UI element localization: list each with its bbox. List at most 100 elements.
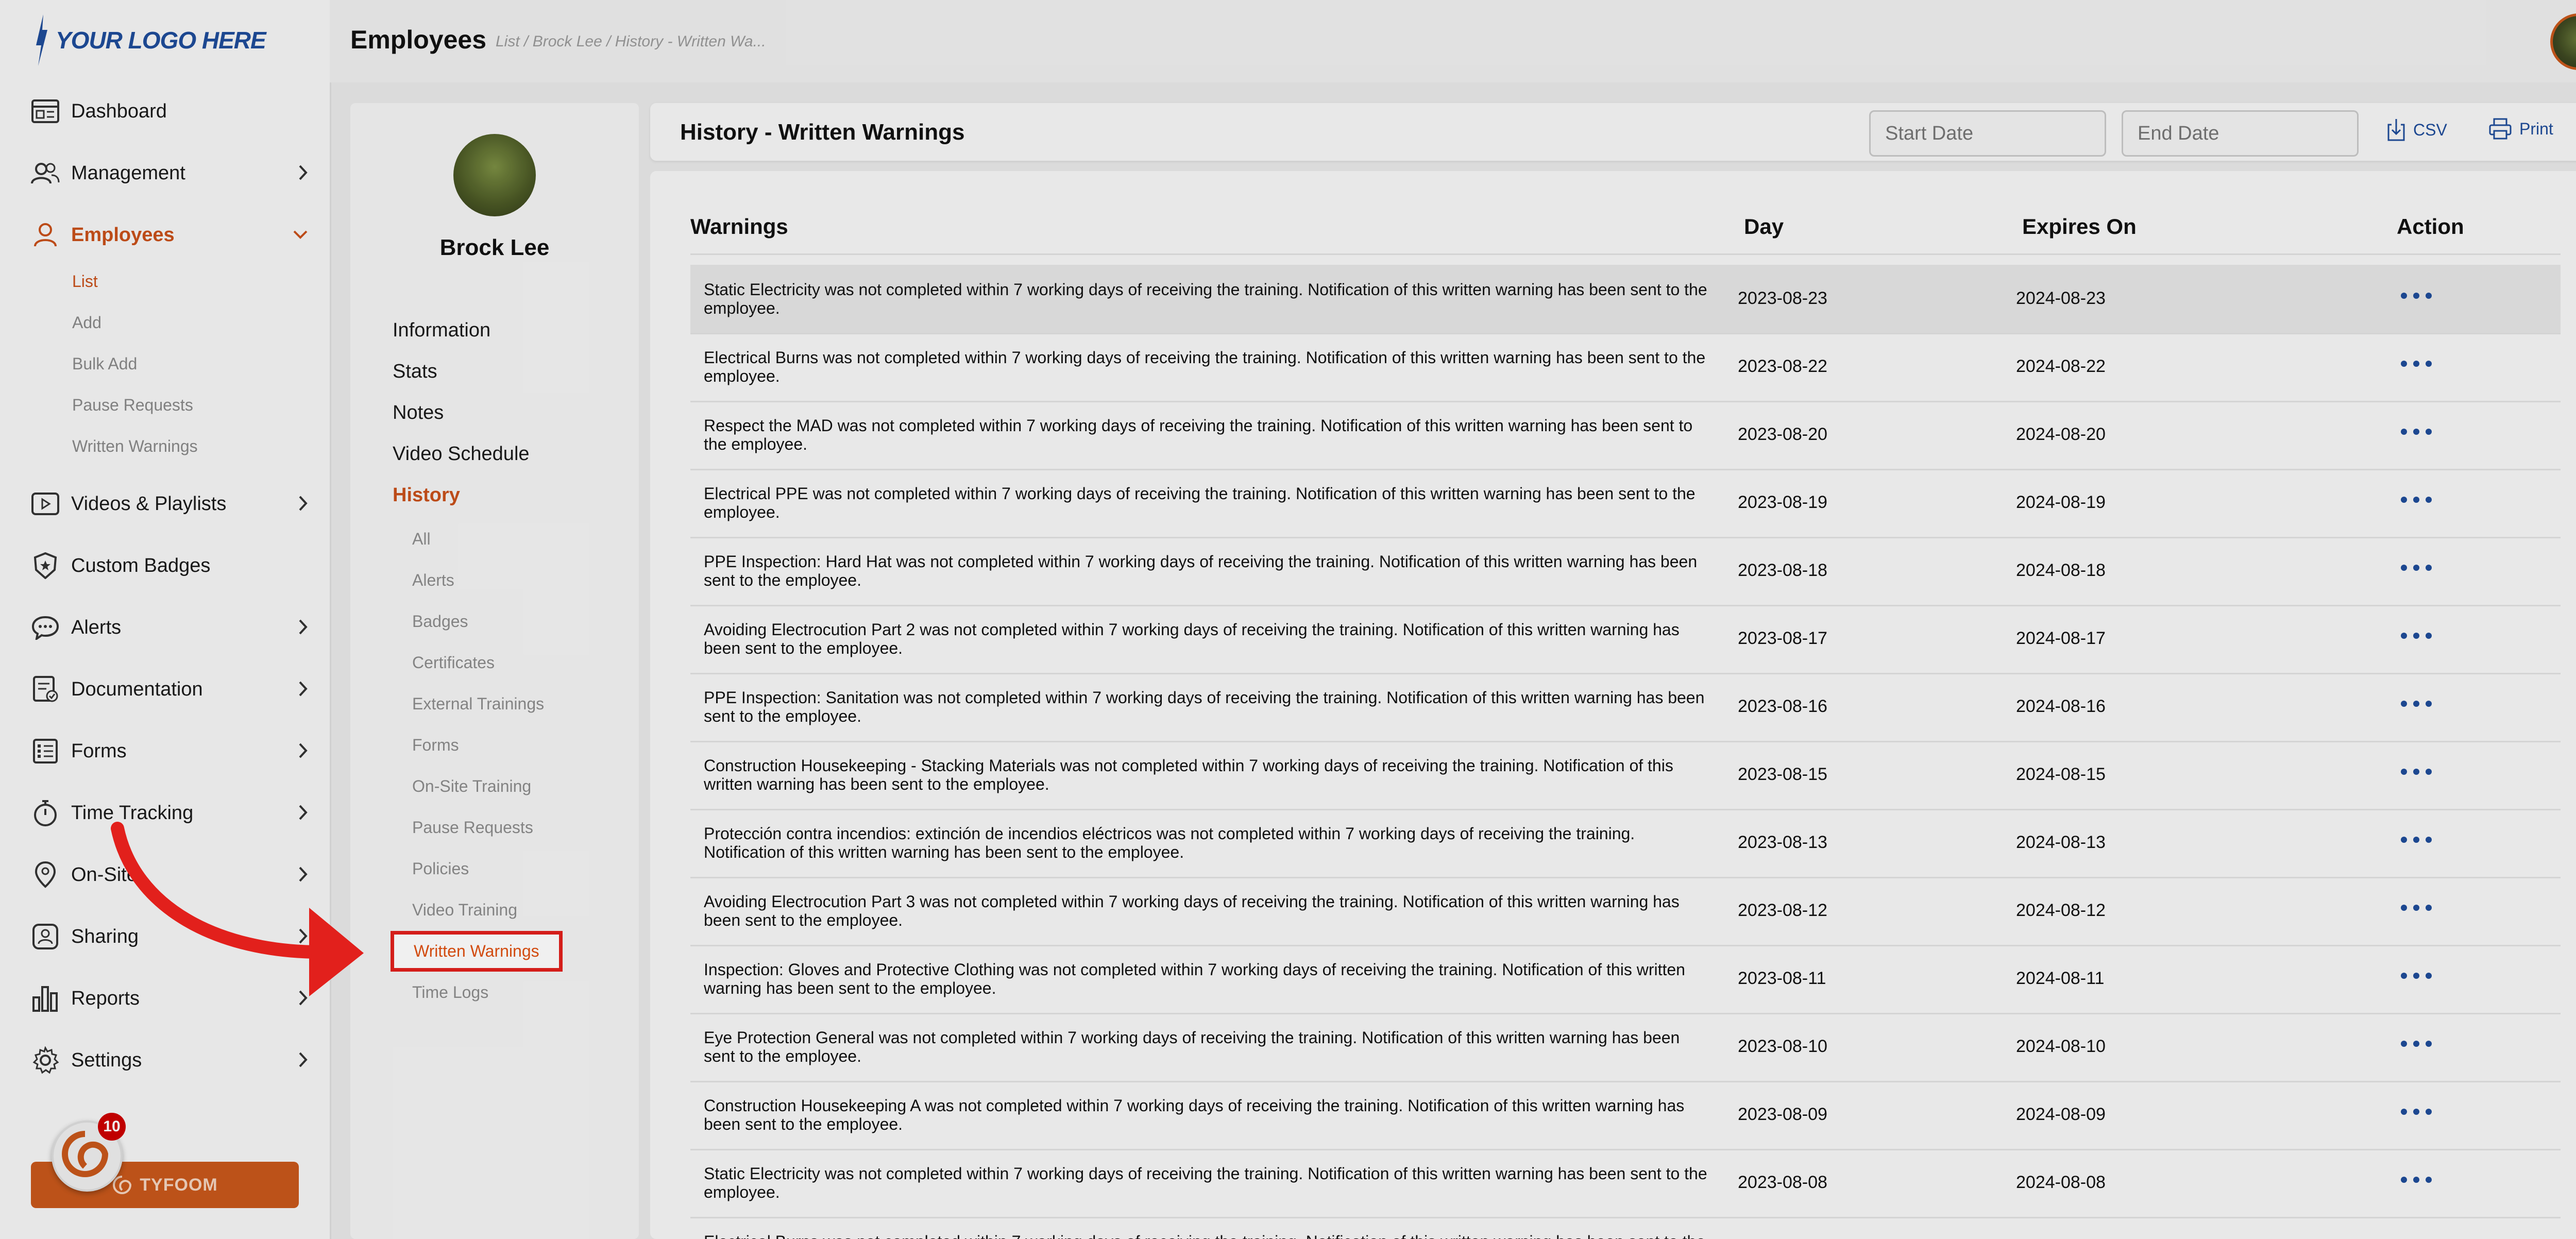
history-sub-written-warnings[interactable]: Written Warnings [391, 931, 563, 972]
more-actions-icon[interactable] [2391, 960, 2442, 991]
history-sub-video-training[interactable]: Video Training [412, 901, 517, 920]
csv-label: CSV [2413, 120, 2447, 139]
sidebar-item-management[interactable]: Management [30, 152, 308, 194]
csv-button[interactable]: CSV [2386, 117, 2447, 142]
sidebar-sub-pause-requests[interactable]: Pause Requests [72, 396, 193, 415]
warning-day: 2023-08-16 [1738, 697, 1827, 716]
end-date-input[interactable] [2122, 110, 2359, 157]
warning-day: 2023-08-10 [1738, 1037, 1827, 1056]
sidebar-sub-written-warnings[interactable]: Written Warnings [72, 437, 198, 456]
more-actions-icon[interactable] [2391, 1028, 2442, 1059]
warning-description: Inspection: Gloves and Protective Clothi… [704, 960, 1685, 997]
download-icon [2387, 119, 2405, 141]
badge-icon [30, 550, 61, 581]
more-actions-icon[interactable] [2391, 484, 2442, 515]
more-actions-icon[interactable] [2391, 552, 2442, 583]
section-title: History - Written Warnings [680, 120, 965, 145]
history-sub-on-site-training[interactable]: On-Site Training [412, 777, 531, 796]
sidebar-item-settings[interactable]: Settings [30, 1040, 308, 1081]
employee-profile-panel: Brock Lee Information Stats Notes Video … [350, 103, 639, 1239]
bar-chart-icon [30, 983, 61, 1014]
history-sub-forms[interactable]: Forms [412, 736, 459, 755]
history-sub-certificates[interactable]: Certificates [412, 653, 495, 672]
sidebar-item-label: Employees [71, 224, 175, 246]
table-row: PPE Inspection: Sanitation was not compl… [690, 673, 2561, 742]
more-actions-icon[interactable] [2391, 688, 2442, 719]
more-actions-icon[interactable] [2391, 824, 2442, 855]
warning-expires: 2024-08-20 [2016, 425, 2106, 444]
column-header-day: Day [1744, 214, 1784, 239]
sidebar-item-documentation[interactable]: Documentation [30, 669, 308, 710]
sidebar-item-label: Documentation [71, 678, 203, 700]
profile-nav-history[interactable]: History [393, 484, 460, 506]
warning-description: PPE Inspection: Hard Hat was not complet… [704, 552, 1698, 589]
history-sub-external-trainings[interactable]: External Trainings [412, 694, 544, 714]
warning-expires: 2024-08-10 [2016, 1037, 2106, 1056]
warning-description: Avoiding Electrocution Part 2 was not co… [704, 620, 1680, 657]
more-actions-icon[interactable] [2391, 620, 2442, 651]
sidebar-item-forms[interactable]: Forms [30, 731, 308, 772]
warning-day: 2023-08-11 [1738, 969, 1826, 988]
sidebar-item-reports[interactable]: Reports [30, 978, 308, 1019]
warning-description: Construction Housekeeping - Stacking Mat… [704, 756, 1673, 793]
warning-day: 2023-08-09 [1738, 1105, 1827, 1124]
more-actions-icon[interactable] [2391, 280, 2442, 311]
table-row: Electrical Burns was not completed withi… [690, 333, 2561, 402]
print-label: Print [2519, 119, 2553, 138]
sidebar-sub-bulk-add[interactable]: Bulk Add [72, 354, 137, 374]
sidebar-item-employees[interactable]: Employees [30, 214, 308, 256]
print-button[interactable]: Print [2488, 117, 2553, 140]
logo-text: YOUR LOGO HERE [56, 27, 266, 54]
sidebar-item-label: On-Site [71, 863, 138, 886]
history-sub-policies[interactable]: Policies [412, 859, 469, 878]
warning-expires: 2024-08-18 [2016, 561, 2106, 580]
logo-mark-icon [36, 14, 47, 66]
more-actions-icon[interactable] [2391, 892, 2442, 923]
sidebar-item-dashboard[interactable]: Dashboard [30, 91, 308, 132]
chevron-right-icon [299, 165, 308, 180]
sidebar-sub-add[interactable]: Add [72, 313, 101, 332]
warning-description: Static Electricity was not completed wit… [704, 280, 1707, 317]
profile-nav-information[interactable]: Information [393, 319, 490, 342]
more-actions-icon[interactable] [2391, 348, 2442, 379]
chevron-down-icon [293, 230, 308, 239]
warning-expires: 2024-08-17 [2016, 629, 2106, 648]
sidebar-item-videos-playlists[interactable]: Videos & Playlists [30, 483, 308, 524]
table-row: Construction Housekeeping A was not comp… [690, 1081, 2561, 1150]
chevron-right-icon [299, 619, 308, 635]
sidebar-item-time-tracking[interactable]: Time Tracking [30, 792, 308, 834]
sidebar-item-on-site[interactable]: On-Site [30, 854, 308, 895]
dashboard-icon [30, 96, 61, 127]
stopwatch-icon [30, 797, 61, 828]
sidebar-item-sharing[interactable]: Sharing [30, 916, 308, 957]
history-sub-time-logs[interactable]: Time Logs [412, 983, 488, 1002]
chevron-right-icon [299, 928, 308, 944]
sidebar-item-alerts[interactable]: Alerts [30, 607, 308, 648]
sidebar-sub-list[interactable]: List [72, 272, 98, 291]
history-sub-all[interactable]: All [412, 530, 431, 549]
sidebar-item-label: Sharing [71, 925, 139, 947]
user-avatar[interactable] [2550, 13, 2576, 70]
history-sub-badges[interactable]: Badges [412, 612, 468, 631]
more-actions-icon[interactable] [2391, 756, 2442, 787]
history-sub-pause-requests[interactable]: Pause Requests [412, 818, 533, 837]
company-logo[interactable]: YOUR LOGO HERE [34, 14, 266, 66]
profile-nav-stats[interactable]: Stats [393, 361, 437, 383]
more-actions-icon[interactable] [2391, 416, 2442, 447]
profile-nav-notes[interactable]: Notes [393, 402, 444, 424]
breadcrumb[interactable]: List / Brock Lee / History - Written Wa.… [496, 33, 766, 50]
start-date-input[interactable] [1869, 110, 2106, 157]
chevron-right-icon [299, 496, 308, 511]
more-actions-icon[interactable] [2391, 1096, 2442, 1127]
table-row: Protección contra incendios: extinción d… [690, 809, 2561, 878]
warning-expires: 2024-08-11 [2016, 969, 2105, 988]
sidebar-item-custom-badges[interactable]: Custom Badges [30, 545, 308, 586]
profile-nav-video-schedule[interactable]: Video Schedule [393, 443, 530, 465]
table-row: Construction Housekeeping - Stacking Mat… [690, 741, 2561, 810]
table-row: Static Electricity was not completed wit… [690, 1149, 2561, 1218]
more-actions-icon[interactable] [2391, 1164, 2442, 1195]
history-sub-alerts[interactable]: Alerts [412, 571, 454, 590]
sidebar-item-label: Time Tracking [71, 802, 194, 824]
sidebar-item-label: Reports [71, 987, 140, 1009]
table-row: Avoiding Electrocution Part 2 was not co… [690, 605, 2561, 674]
